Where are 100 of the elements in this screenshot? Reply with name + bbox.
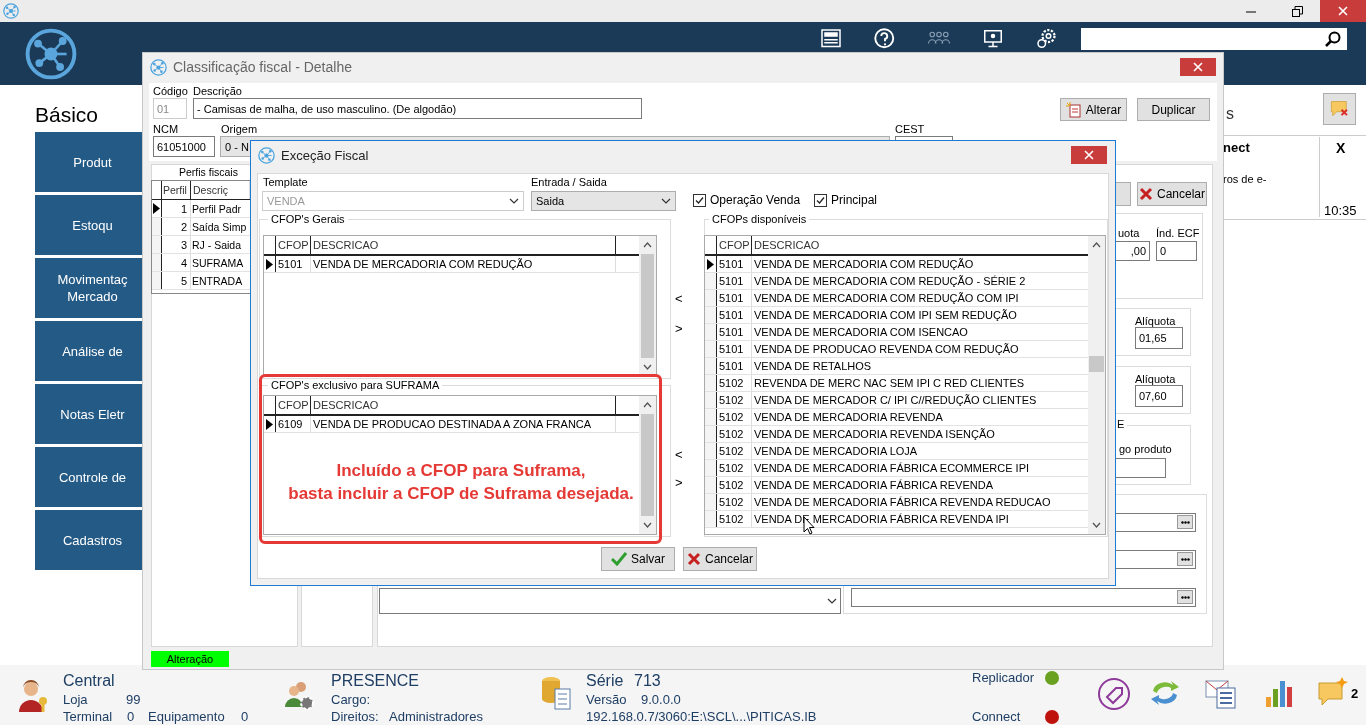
- move-button[interactable]: >: [675, 321, 683, 336]
- table-cell: 5101: [276, 256, 311, 272]
- chat-star-icon[interactable]: [1318, 677, 1348, 707]
- rate-field[interactable]: 07,60: [1135, 385, 1183, 407]
- menu-tile[interactable]: Análise de: [35, 321, 142, 381]
- field-label: Direitos:: [331, 709, 379, 724]
- dropdown-field[interactable]: [379, 588, 841, 614]
- column-header[interactable]: DESCRICAO: [311, 396, 616, 414]
- ellipsis-button[interactable]: [1177, 515, 1193, 529]
- row-selector[interactable]: [705, 409, 717, 425]
- table-cell: 5101: [717, 290, 752, 306]
- scroll-up-icon[interactable]: [1092, 242, 1101, 248]
- close-icon: [1193, 62, 1203, 72]
- row-selector[interactable]: [705, 511, 717, 527]
- row-selector[interactable]: [152, 218, 162, 235]
- menu-tile[interactable]: Produt: [35, 132, 142, 192]
- menu-tile[interactable]: Cadastros: [35, 510, 142, 570]
- scrollbar[interactable]: [1088, 236, 1105, 534]
- row-selector[interactable]: [705, 426, 717, 442]
- scroll-up-icon[interactable]: [643, 402, 652, 408]
- ellipsis-icon: [1180, 520, 1190, 524]
- row-selector[interactable]: [152, 272, 162, 289]
- description-field[interactable]: - Camisas de malha, de uso masculino. (De algodão): [193, 98, 642, 119]
- move-button[interactable]: <: [675, 291, 683, 306]
- cancel-button[interactable]: Cancelar: [1137, 182, 1207, 206]
- profiles-table[interactable]: Perfil Descriç 1 Perfil Padr 2 Saída Simp 3 RJ - Saida 4 SUFRAMA 5 ENTRADA: [151, 180, 251, 294]
- table-cell: 5102: [717, 494, 752, 510]
- lookup-field[interactable]: [851, 588, 1196, 607]
- cfop-table[interactable]: [704, 235, 1106, 535]
- column-header[interactable]: DESCRICAO: [311, 236, 616, 254]
- scroll-thumb[interactable]: [1089, 356, 1104, 372]
- field-label: Versão: [586, 692, 627, 707]
- notification-close[interactable]: X: [1336, 140, 1346, 156]
- rate-field[interactable]: 01,65: [1135, 327, 1183, 349]
- field-label: Cargo:: [331, 692, 371, 707]
- edit-button[interactable]: Alterar: [1060, 98, 1127, 121]
- row-selector[interactable]: [705, 375, 717, 391]
- edit-document-icon: [1065, 101, 1082, 118]
- row-selector[interactable]: [264, 256, 276, 272]
- ecf-index-field[interactable]: 0: [1156, 241, 1197, 261]
- row-selector[interactable]: [705, 273, 717, 289]
- column-header[interactable]: CFOP: [717, 236, 752, 254]
- field-label: Equipamento: [148, 709, 225, 724]
- checkbox[interactable]: Operação Venda: [693, 193, 801, 207]
- cfop-table[interactable]: CFOP DESCRICAO 5101 VENDA DE MERCADORIA COM REDUÇÃO: [263, 235, 657, 377]
- row-selector[interactable]: [152, 254, 162, 271]
- row-selector[interactable]: [152, 200, 162, 217]
- row-selector[interactable]: [705, 443, 717, 459]
- duplicate-button[interactable]: Duplicar: [1137, 98, 1210, 121]
- row-selector[interactable]: [705, 477, 717, 493]
- field-label: Código: [153, 85, 188, 97]
- move-button[interactable]: >: [675, 475, 683, 490]
- menu-tile[interactable]: Notas Eletr: [35, 384, 142, 444]
- checkbox[interactable]: Principal: [814, 193, 878, 207]
- table-cell: 5102: [717, 477, 752, 493]
- row-selector[interactable]: [705, 392, 717, 408]
- ncm-field[interactable]: 61051000: [153, 136, 215, 157]
- help-icon[interactable]: [873, 27, 897, 51]
- row-selector[interactable]: [705, 256, 717, 272]
- save-button[interactable]: Salvar: [601, 547, 675, 571]
- dismiss-messages-button[interactable]: [1323, 93, 1356, 125]
- scroll-down-icon[interactable]: [1092, 522, 1101, 528]
- ellipsis-button[interactable]: [1177, 552, 1193, 566]
- menu-tile[interactable]: Controle de: [35, 447, 142, 507]
- row-selector[interactable]: [705, 494, 717, 510]
- menu-tile[interactable]: Movimentaç Mercado: [35, 258, 142, 318]
- column-header[interactable]: Perfil: [162, 181, 191, 199]
- cancel-button[interactable]: Cancelar: [683, 547, 757, 571]
- column-header[interactable]: CFOP: [276, 396, 311, 414]
- row-selector[interactable]: [152, 236, 162, 253]
- scroll-down-icon[interactable]: [643, 522, 652, 528]
- direction-dropdown[interactable]: Saida: [531, 191, 676, 211]
- group-title: CFOPs disponíveis: [709, 213, 810, 225]
- table-cell: 5102: [717, 409, 752, 425]
- row-selector[interactable]: [705, 307, 717, 323]
- settings-icon[interactable]: [1035, 27, 1059, 51]
- scrollbar[interactable]: [639, 236, 656, 376]
- row-selector[interactable]: [705, 358, 717, 374]
- row-selector[interactable]: [705, 341, 717, 357]
- row-selector[interactable]: [705, 290, 717, 306]
- search-field[interactable]: [1081, 28, 1347, 50]
- move-button[interactable]: <: [675, 447, 683, 462]
- row-selector[interactable]: [705, 460, 717, 476]
- tag-icon[interactable]: [1097, 677, 1131, 711]
- scroll-up-icon[interactable]: [643, 242, 652, 248]
- scroll-down-icon[interactable]: [643, 364, 652, 370]
- code-field[interactable]: 01: [153, 98, 187, 119]
- close-button[interactable]: [1071, 146, 1107, 164]
- window-icon: [258, 146, 275, 164]
- row-selector[interactable]: [705, 324, 717, 340]
- scrollbar[interactable]: [639, 396, 656, 534]
- mail-document-icon[interactable]: [1205, 679, 1237, 709]
- menu-tile[interactable]: Estoqu: [35, 195, 142, 255]
- table-cell: 5102: [717, 460, 752, 476]
- column-header[interactable]: CFOP: [276, 236, 311, 254]
- close-button[interactable]: [1180, 58, 1216, 76]
- annotation-text: Incluído a CFOP para Suframa, basta incluir a CFOP de Suframa desejada.: [287, 460, 635, 505]
- group-title: CFOP's exclusivo para SUFRAMA: [268, 379, 443, 391]
- row-selector[interactable]: [264, 416, 276, 432]
- ellipsis-button[interactable]: [1177, 590, 1193, 604]
